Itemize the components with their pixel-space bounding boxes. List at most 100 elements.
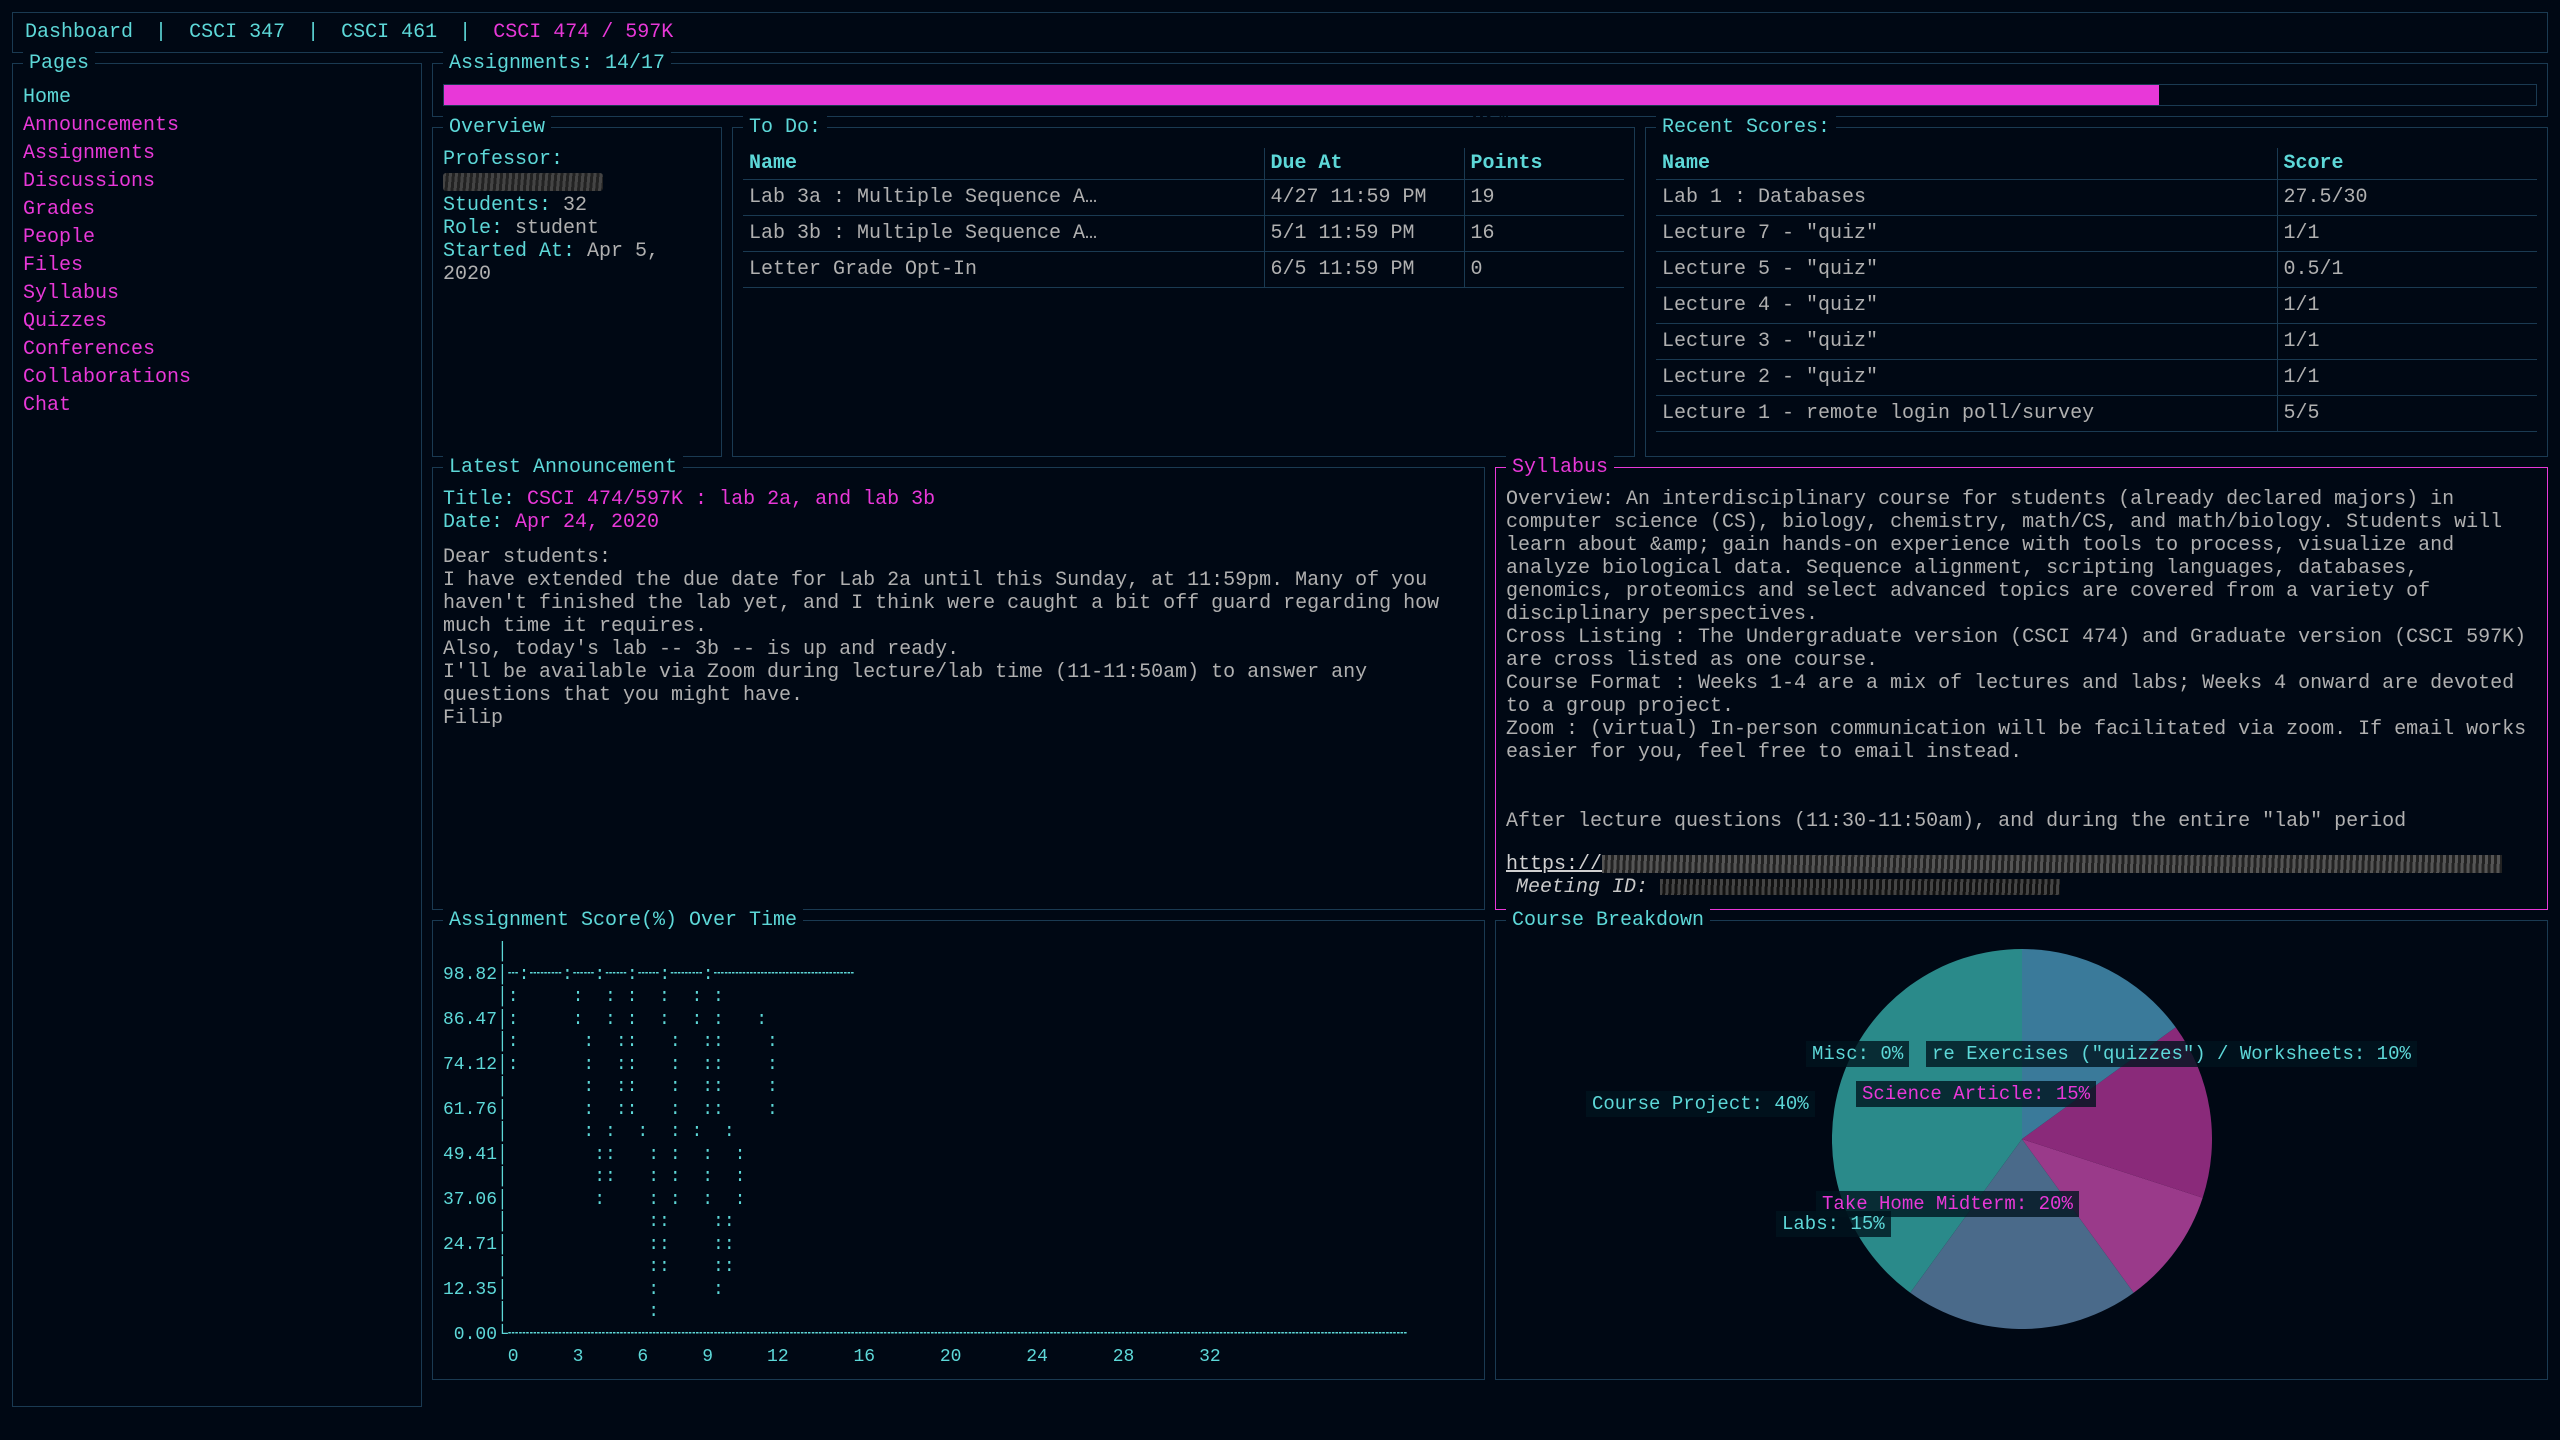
sidebar-item-chat[interactable]: Chat [23,392,411,420]
overview-legend: Overview [443,116,551,139]
pie-container: Course Project: 40% Take Home Midterm: 2… [1506,941,2537,1329]
table-row[interactable]: Lecture 5 - "quiz"0.5/1 [1656,252,2537,288]
table-row[interactable]: Lecture 4 - "quiz"1/1 [1656,288,2537,324]
pie-label-project: Course Project: 40% [1586,1091,1815,1117]
pie-label-exercises: re Exercises ("quizzes") / Worksheets: 1… [1926,1041,2417,1067]
sidebar-item-assignments[interactable]: Assignments [23,140,411,168]
scores-panel: Recent Scores: Name Score Lab 1 : Databa… [1645,127,2548,457]
announcement-panel: Latest Announcement Title: CSCI 474/597K… [432,467,1485,910]
announcement-title-label: Title: [443,488,515,511]
table-row[interactable]: Lecture 3 - "quiz"1/1 [1656,324,2537,360]
assignments-panel: Assignments: 14/17 82% [432,63,2548,117]
todo-panel: To Do: Name Due At Points Lab 3a : Multi… [732,127,1635,457]
todo-legend: To Do: [743,116,827,139]
tab-separator: | [155,21,167,44]
scores-cell-score: 1/1 [2277,288,2537,324]
role-value: student [515,217,599,240]
score-chart-panel: Assignment Score(%) Over Time │ 98.82│┄:… [432,920,1485,1380]
pie-label-labs: Labs: 15% [1776,1211,1891,1237]
scores-cell-name: Lecture 7 - "quiz" [1656,216,2277,252]
tab-dashboard[interactable]: Dashboard [25,21,133,44]
pie-label-article: Science Article: 15% [1856,1081,2096,1107]
scores-cell-name: Lab 1 : Databases [1656,180,2277,216]
scores-cell-score: 27.5/30 [2277,180,2537,216]
table-row[interactable]: Lab 1 : Databases27.5/30 [1656,180,2537,216]
scores-cell-name: Lecture 3 - "quiz" [1656,324,2277,360]
table-row[interactable]: Lecture 7 - "quiz"1/1 [1656,216,2537,252]
sidebar-item-people[interactable]: People [23,224,411,252]
announcement-body: Dear students: I have extended the due d… [443,546,1474,730]
announcement-date-label: Date: [443,511,503,534]
tab-csci-461[interactable]: CSCI 461 [341,21,437,44]
assignment-progress-bar: 82% [443,84,2537,106]
announcement-title-value: CSCI 474/597K : lab 2a, and lab 3b [527,488,935,511]
table-row[interactable]: Lab 3a : Multiple Sequence A…4/27 11:59 … [743,180,1624,216]
role-label: Role: [443,217,503,240]
breakdown-chart-panel: Course Breakdown [1495,920,2548,1380]
tab-separator: | [459,21,471,44]
score-chart-ascii: │ 98.82│┄:┄┄┄:┄┄:┄┄:┄┄:┄┄┄:┄┄┄┄┄┄┄┄┄┄┄┄┄… [443,941,1474,1369]
sidebar-item-discussions[interactable]: Discussions [23,168,411,196]
pie-chart [1832,949,2212,1329]
students-value: 32 [563,194,587,217]
todo-table: Name Due At Points Lab 3a : Multiple Seq… [743,148,1624,288]
scores-cell-score: 1/1 [2277,216,2537,252]
announcement-legend: Latest Announcement [443,456,683,479]
sidebar-item-syllabus[interactable]: Syllabus [23,280,411,308]
sidebar-item-collaborations[interactable]: Collaborations [23,364,411,392]
sidebar-item-conferences[interactable]: Conferences [23,336,411,364]
scores-col-name: Name [1656,148,2277,180]
breakdown-chart-legend: Course Breakdown [1506,909,1710,932]
scores-cell-score: 0.5/1 [2277,252,2537,288]
topbar: Dashboard | CSCI 347 | CSCI 461 | CSCI 4… [12,12,2548,53]
scores-cell-score: 1/1 [2277,324,2537,360]
tab-csci-347[interactable]: CSCI 347 [189,21,285,44]
scores-cell-name: Lecture 1 - remote login poll/survey [1656,396,2277,432]
todo-cell-points: 16 [1464,216,1624,252]
todo-cell-due: 6/5 11:59 PM [1264,252,1464,288]
professor-label: Professor: [443,148,563,171]
table-row[interactable]: Lecture 2 - "quiz"1/1 [1656,360,2537,396]
syllabus-legend: Syllabus [1506,456,1614,479]
sidebar-item-quizzes[interactable]: Quizzes [23,308,411,336]
sidebar-item-files[interactable]: Files [23,252,411,280]
syllabus-link-obfuscated [1602,855,2502,873]
sidebar-item-home[interactable]: Home [23,84,411,112]
scores-legend: Recent Scores: [1656,116,1836,139]
syllabus-meta-obfuscated [1660,879,2060,895]
todo-col-points: Points [1464,148,1624,180]
syllabus-link-prefix: https:// [1506,853,1602,876]
syllabus-panel: Syllabus Overview: An interdisciplinary … [1495,467,2548,910]
todo-cell-due: 5/1 11:59 PM [1264,216,1464,252]
professor-redacted [443,173,603,191]
assignment-progress-fill [444,85,2159,105]
overview-panel: Overview Professor: Students: 32 Role: s… [432,127,722,457]
score-chart-legend: Assignment Score(%) Over Time [443,909,803,932]
todo-cell-due: 4/27 11:59 PM [1264,180,1464,216]
syllabus-zoom-link[interactable]: https:// [1506,853,2502,876]
scores-col-score: Score [2277,148,2537,180]
todo-cell-name: Lab 3b : Multiple Sequence A… [743,216,1264,252]
tab-csci-474-597k[interactable]: CSCI 474 / 597K [493,21,673,44]
pie-label-misc: Misc: 0% [1806,1041,1909,1067]
tab-separator: | [307,21,319,44]
sidebar-item-announcements[interactable]: Announcements [23,112,411,140]
table-row[interactable]: Lab 3b : Multiple Sequence A…5/1 11:59 P… [743,216,1624,252]
scores-cell-score: 1/1 [2277,360,2537,396]
scores-cell-name: Lecture 2 - "quiz" [1656,360,2277,396]
table-row[interactable]: Letter Grade Opt-In6/5 11:59 PM0 [743,252,1624,288]
syllabus-body: Overview: An interdisciplinary course fo… [1506,488,2537,833]
scores-cell-score: 5/5 [2277,396,2537,432]
started-label: Started At: [443,240,575,263]
announcement-date-value: Apr 24, 2020 [515,511,659,534]
scores-table: Name Score Lab 1 : Databases27.5/30Lectu… [1656,148,2537,432]
table-row[interactable]: Lecture 1 - remote login poll/survey5/5 [1656,396,2537,432]
sidebar-legend: Pages [23,52,95,75]
sidebar-item-grades[interactable]: Grades [23,196,411,224]
students-label: Students: [443,194,551,217]
todo-cell-points: 0 [1464,252,1624,288]
sidebar-panel: Pages Home Announcements Assignments Dis… [12,63,422,1407]
scores-cell-name: Lecture 5 - "quiz" [1656,252,2277,288]
todo-cell-name: Letter Grade Opt-In [743,252,1264,288]
scores-cell-name: Lecture 4 - "quiz" [1656,288,2277,324]
